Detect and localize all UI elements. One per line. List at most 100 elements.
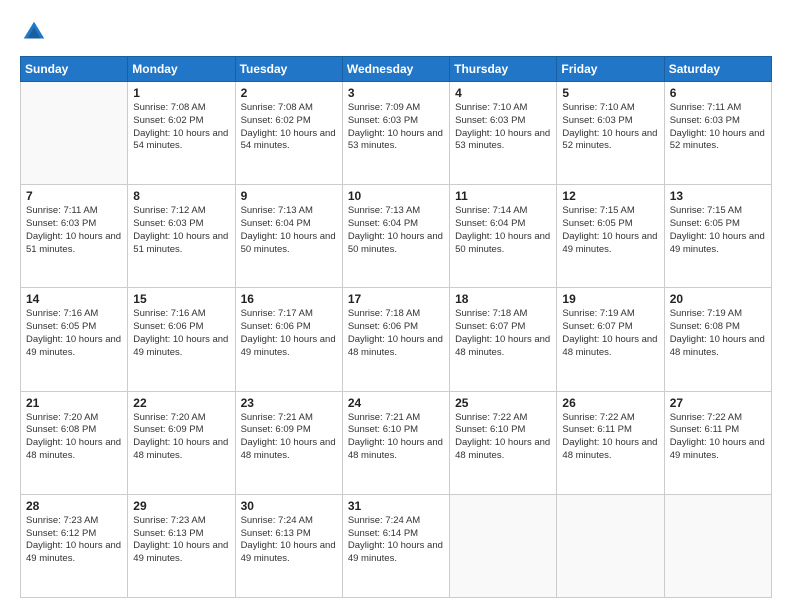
calendar-cell: 21Sunrise: 7:20 AM Sunset: 6:08 PM Dayli… xyxy=(21,391,128,494)
day-info: Sunrise: 7:19 AM Sunset: 6:08 PM Dayligh… xyxy=(670,308,766,359)
day-info: Sunrise: 7:11 AM Sunset: 6:03 PM Dayligh… xyxy=(670,102,766,153)
day-number: 10 xyxy=(348,189,444,203)
day-number: 1 xyxy=(133,86,229,100)
calendar-cell xyxy=(664,494,771,597)
logo xyxy=(20,18,52,46)
day-info: Sunrise: 7:15 AM Sunset: 6:05 PM Dayligh… xyxy=(562,205,658,256)
day-number: 13 xyxy=(670,189,766,203)
calendar-cell xyxy=(450,494,557,597)
calendar-cell: 14Sunrise: 7:16 AM Sunset: 6:05 PM Dayli… xyxy=(21,288,128,391)
calendar-header-row: SundayMondayTuesdayWednesdayThursdayFrid… xyxy=(21,57,772,82)
calendar-cell: 15 Sunrise: 7:16 AM Sunset: 6:06 PM Dayli… xyxy=(128,288,235,391)
day-info: Sunrise: 7:22 AM Sunset: 6:11 PM Dayligh… xyxy=(670,412,766,463)
calendar-cell: 17 Sunrise: 7:18 AM Sunset: 6:06 PM Dayli… xyxy=(342,288,449,391)
col-header-sunday: Sunday xyxy=(21,57,128,82)
calendar-cell: 20 Sunrise: 7:19 AM Sunset: 6:08 PM Dayli… xyxy=(664,288,771,391)
day-number: 24 xyxy=(348,396,444,410)
day-number: 5 xyxy=(562,86,658,100)
calendar-week-row: 28 Sunrise: 7:23 AM Sunset: 6:12 PM Dayli… xyxy=(21,494,772,597)
day-number: 25 xyxy=(455,396,551,410)
calendar-cell xyxy=(21,82,128,185)
day-info: Sunrise: 7:15 AM Sunset: 6:05 PM Dayligh… xyxy=(670,205,766,256)
col-header-friday: Friday xyxy=(557,57,664,82)
day-info: Sunrise: 7:16 AM Sunset: 6:06 PM Dayligh… xyxy=(133,308,229,359)
day-info: Sunrise: 7:11 AM Sunset: 6:03 PM Dayligh… xyxy=(26,205,122,256)
day-number: 28 xyxy=(26,499,122,513)
day-info: Sunrise: 7:09 AM Sunset: 6:03 PM Dayligh… xyxy=(348,102,444,153)
day-info: Sunrise: 7:08 AM Sunset: 6:02 PM Dayligh… xyxy=(133,102,229,153)
calendar-cell: 22 Sunrise: 7:20 AM Sunset: 6:09 PM Dayli… xyxy=(128,391,235,494)
day-info: Sunrise: 7:10 AM Sunset: 6:03 PM Dayligh… xyxy=(562,102,658,153)
calendar-cell: 4 Sunrise: 7:10 AM Sunset: 6:03 PM Daylig… xyxy=(450,82,557,185)
calendar-cell xyxy=(557,494,664,597)
day-info: Sunrise: 7:23 AM Sunset: 6:13 PM Dayligh… xyxy=(133,515,229,566)
col-header-saturday: Saturday xyxy=(664,57,771,82)
calendar-cell: 2Sunrise: 7:08 AM Sunset: 6:02 PM Daylig… xyxy=(235,82,342,185)
calendar-cell: 11 Sunrise: 7:14 AM Sunset: 6:04 PM Dayli… xyxy=(450,185,557,288)
day-number: 29 xyxy=(133,499,229,513)
day-info: Sunrise: 7:13 AM Sunset: 6:04 PM Dayligh… xyxy=(241,205,337,256)
day-number: 17 xyxy=(348,292,444,306)
day-info: Sunrise: 7:12 AM Sunset: 6:03 PM Dayligh… xyxy=(133,205,229,256)
col-header-tuesday: Tuesday xyxy=(235,57,342,82)
day-number: 30 xyxy=(241,499,337,513)
calendar-cell: 3Sunrise: 7:09 AM Sunset: 6:03 PM Daylig… xyxy=(342,82,449,185)
day-info: Sunrise: 7:20 AM Sunset: 6:09 PM Dayligh… xyxy=(133,412,229,463)
calendar-cell: 1 Sunrise: 7:08 AM Sunset: 6:02 PM Daylig… xyxy=(128,82,235,185)
logo-icon xyxy=(20,18,48,46)
calendar-cell: 27 Sunrise: 7:22 AM Sunset: 6:11 PM Dayli… xyxy=(664,391,771,494)
day-number: 19 xyxy=(562,292,658,306)
day-info: Sunrise: 7:19 AM Sunset: 6:07 PM Dayligh… xyxy=(562,308,658,359)
day-info: Sunrise: 7:13 AM Sunset: 6:04 PM Dayligh… xyxy=(348,205,444,256)
day-info: Sunrise: 7:24 AM Sunset: 6:13 PM Dayligh… xyxy=(241,515,337,566)
calendar-cell: 30 Sunrise: 7:24 AM Sunset: 6:13 PM Dayli… xyxy=(235,494,342,597)
day-number: 20 xyxy=(670,292,766,306)
day-info: Sunrise: 7:16 AM Sunset: 6:05 PM Dayligh… xyxy=(26,308,122,359)
calendar-cell: 18Sunrise: 7:18 AM Sunset: 6:07 PM Dayli… xyxy=(450,288,557,391)
page: SundayMondayTuesdayWednesdayThursdayFrid… xyxy=(0,0,792,612)
calendar-cell: 5 Sunrise: 7:10 AM Sunset: 6:03 PM Daylig… xyxy=(557,82,664,185)
calendar-cell: 10 Sunrise: 7:13 AM Sunset: 6:04 PM Dayli… xyxy=(342,185,449,288)
day-info: Sunrise: 7:20 AM Sunset: 6:08 PM Dayligh… xyxy=(26,412,122,463)
day-info: Sunrise: 7:10 AM Sunset: 6:03 PM Dayligh… xyxy=(455,102,551,153)
day-info: Sunrise: 7:18 AM Sunset: 6:07 PM Dayligh… xyxy=(455,308,551,359)
day-number: 4 xyxy=(455,86,551,100)
day-info: Sunrise: 7:14 AM Sunset: 6:04 PM Dayligh… xyxy=(455,205,551,256)
day-info: Sunrise: 7:18 AM Sunset: 6:06 PM Dayligh… xyxy=(348,308,444,359)
day-info: Sunrise: 7:08 AM Sunset: 6:02 PM Dayligh… xyxy=(241,102,337,153)
calendar-cell: 23 Sunrise: 7:21 AM Sunset: 6:09 PM Dayli… xyxy=(235,391,342,494)
day-number: 27 xyxy=(670,396,766,410)
calendar-cell: 9 Sunrise: 7:13 AM Sunset: 6:04 PM Daylig… xyxy=(235,185,342,288)
calendar-cell: 25Sunrise: 7:22 AM Sunset: 6:10 PM Dayli… xyxy=(450,391,557,494)
day-number: 22 xyxy=(133,396,229,410)
day-info: Sunrise: 7:22 AM Sunset: 6:11 PM Dayligh… xyxy=(562,412,658,463)
calendar-cell: 6Sunrise: 7:11 AM Sunset: 6:03 PM Daylig… xyxy=(664,82,771,185)
calendar-week-row: 14Sunrise: 7:16 AM Sunset: 6:05 PM Dayli… xyxy=(21,288,772,391)
calendar-week-row: 21Sunrise: 7:20 AM Sunset: 6:08 PM Dayli… xyxy=(21,391,772,494)
day-number: 8 xyxy=(133,189,229,203)
day-number: 15 xyxy=(133,292,229,306)
col-header-monday: Monday xyxy=(128,57,235,82)
col-header-thursday: Thursday xyxy=(450,57,557,82)
day-info: Sunrise: 7:24 AM Sunset: 6:14 PM Dayligh… xyxy=(348,515,444,566)
day-number: 23 xyxy=(241,396,337,410)
header xyxy=(20,18,772,46)
calendar-cell: 8 Sunrise: 7:12 AM Sunset: 6:03 PM Daylig… xyxy=(128,185,235,288)
calendar-cell: 28 Sunrise: 7:23 AM Sunset: 6:12 PM Dayli… xyxy=(21,494,128,597)
day-info: Sunrise: 7:21 AM Sunset: 6:09 PM Dayligh… xyxy=(241,412,337,463)
day-number: 26 xyxy=(562,396,658,410)
calendar-cell: 26 Sunrise: 7:22 AM Sunset: 6:11 PM Dayli… xyxy=(557,391,664,494)
col-header-wednesday: Wednesday xyxy=(342,57,449,82)
calendar-cell: 24 Sunrise: 7:21 AM Sunset: 6:10 PM Dayli… xyxy=(342,391,449,494)
day-info: Sunrise: 7:21 AM Sunset: 6:10 PM Dayligh… xyxy=(348,412,444,463)
day-number: 11 xyxy=(455,189,551,203)
day-number: 31 xyxy=(348,499,444,513)
day-info: Sunrise: 7:17 AM Sunset: 6:06 PM Dayligh… xyxy=(241,308,337,359)
calendar-cell: 7 Sunrise: 7:11 AM Sunset: 6:03 PM Daylig… xyxy=(21,185,128,288)
calendar-table: SundayMondayTuesdayWednesdayThursdayFrid… xyxy=(20,56,772,598)
calendar-cell: 12Sunrise: 7:15 AM Sunset: 6:05 PM Dayli… xyxy=(557,185,664,288)
day-info: Sunrise: 7:23 AM Sunset: 6:12 PM Dayligh… xyxy=(26,515,122,566)
day-number: 9 xyxy=(241,189,337,203)
calendar-cell: 31 Sunrise: 7:24 AM Sunset: 6:14 PM Dayli… xyxy=(342,494,449,597)
day-number: 7 xyxy=(26,189,122,203)
